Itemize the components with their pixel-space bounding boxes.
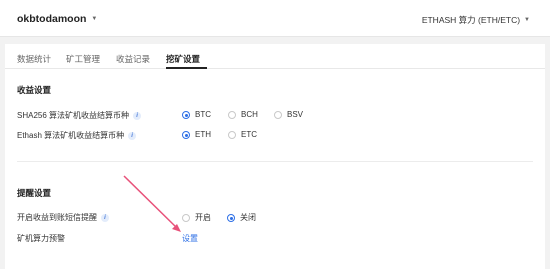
arrow-line bbox=[123, 175, 179, 230]
annotation-arrow bbox=[123, 175, 181, 232]
